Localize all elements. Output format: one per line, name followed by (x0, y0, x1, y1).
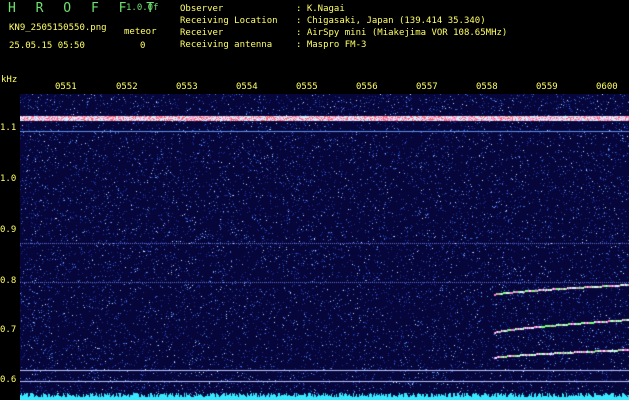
y-tick-1-1: 1.1 (0, 123, 17, 133)
capture-datetime: 25.05.15 05:50 (9, 41, 85, 51)
x-tick-0552: 0552 (116, 82, 138, 92)
x-tick-0600: 0600 (596, 82, 618, 92)
info-label-receiver: Receiver (180, 28, 224, 38)
spectrogram-window: H R O F F T 1.0.0f KN9_2505150550.png 25… (0, 0, 629, 400)
frequency-unit-label: kHz (1, 75, 18, 85)
x-tick-0559: 0559 (536, 82, 558, 92)
y-tick-0-9: 0.9 (0, 225, 17, 235)
spectrogram-canvas (20, 94, 629, 400)
meteor-label: meteor (124, 27, 157, 37)
spectrogram-plot (20, 94, 629, 400)
info-label-observer: Observer (180, 4, 224, 14)
x-tick-0554: 0554 (236, 82, 258, 92)
file-name: KN9_2505150550.png (9, 23, 107, 33)
x-tick-0551: 0551 (55, 82, 77, 92)
x-tick-0555: 0555 (296, 82, 318, 92)
info-value-location: : Chigasaki, Japan (139.414 35.340) (296, 16, 486, 26)
app-version: 1.0.0f (126, 3, 159, 13)
info-label-location: Receiving Location (180, 16, 278, 26)
y-tick-0-6: 0.6 (0, 375, 17, 385)
x-tick-0556: 0556 (356, 82, 378, 92)
y-tick-1-0: 1.0 (0, 174, 17, 184)
x-tick-0558: 0558 (476, 82, 498, 92)
y-tick-0-8: 0.8 (0, 276, 17, 286)
info-label-antenna: Receiving antenna (180, 40, 273, 50)
info-value-antenna: : Maspro FM-3 (296, 40, 367, 50)
y-tick-0-7: 0.7 (0, 325, 17, 335)
info-value-observer: : K.Nagai (296, 4, 345, 14)
meteor-count: 0 (140, 41, 146, 51)
info-value-receiver: : AirSpy mini (Miakejima VOR 108.65MHz) (296, 28, 508, 38)
x-tick-0557: 0557 (416, 82, 438, 92)
x-tick-0553: 0553 (176, 82, 198, 92)
